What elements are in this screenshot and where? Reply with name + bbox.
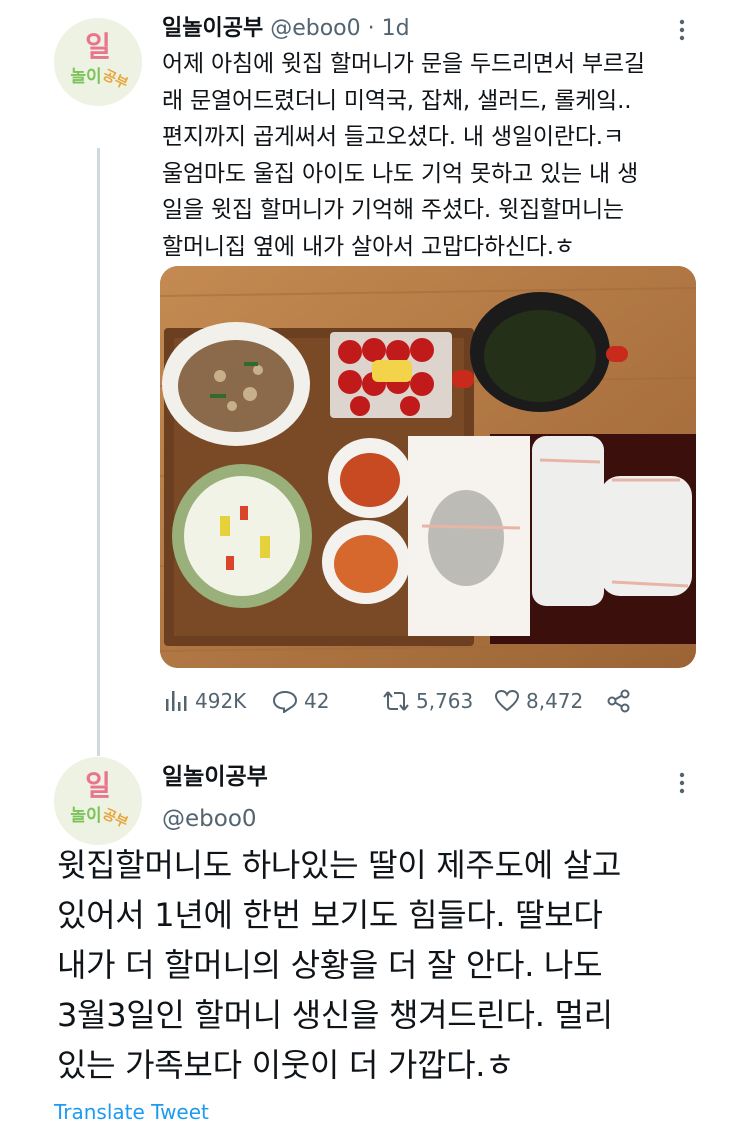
more-options-icon[interactable]	[678, 771, 686, 795]
avatar[interactable]: 일 놀이 공부	[54, 757, 142, 845]
tweet-text: 윗집할머니도 하나있는 딸이 제주도에 살고 있어서 1년에 한번 보기도 힘들…	[57, 846, 622, 1084]
timestamp[interactable]: 1d	[382, 16, 410, 41]
like-count: 8,472	[526, 689, 584, 713]
reply-button[interactable]: 42	[272, 684, 329, 718]
like-button[interactable]: 8,472	[494, 684, 583, 718]
food-photo-illustration	[160, 266, 696, 668]
separator-dot: ·	[367, 16, 375, 41]
thread-connector-line	[97, 148, 100, 756]
share-icon	[607, 689, 630, 713]
svg-text:놀이: 놀이	[70, 67, 101, 87]
more-options-icon[interactable]	[678, 18, 686, 42]
avatar-logo-icon: 일 놀이 공부	[54, 18, 142, 106]
display-name[interactable]: 일놀이공부	[162, 16, 263, 41]
reply-icon	[272, 690, 298, 713]
tweet-text: 어제 아침에 윗집 할머니가 문을 두드리면서 부르길 래 문열어드렸더니 미역…	[162, 51, 645, 260]
views-icon	[166, 691, 187, 711]
share-button[interactable]	[606, 684, 638, 718]
views-count: 492K	[195, 689, 247, 713]
views-stat[interactable]: 492K	[163, 684, 246, 718]
display-name[interactable]: 일놀이공부	[162, 760, 268, 794]
retweet-icon	[383, 691, 409, 711]
tweet-header: 일놀이공부 @eboo0 · 1d	[162, 14, 410, 44]
avatar[interactable]: 일 놀이 공부	[54, 18, 142, 106]
svg-text:일: 일	[85, 30, 111, 63]
avatar-logo-icon: 일 놀이 공부	[54, 757, 142, 845]
svg-text:일: 일	[85, 769, 111, 802]
handle[interactable]: @eboo0	[162, 802, 257, 836]
heart-icon	[494, 689, 520, 712]
tweet-photo[interactable]	[160, 266, 696, 668]
translate-tweet-link[interactable]: Translate Tweet	[54, 1098, 209, 1126]
retweet-count: 5,763	[416, 689, 474, 713]
retweet-button[interactable]: 5,763	[382, 684, 473, 718]
handle[interactable]: @eboo0	[270, 16, 360, 41]
svg-text:놀이: 놀이	[70, 806, 101, 826]
reply-count: 42	[304, 689, 330, 713]
